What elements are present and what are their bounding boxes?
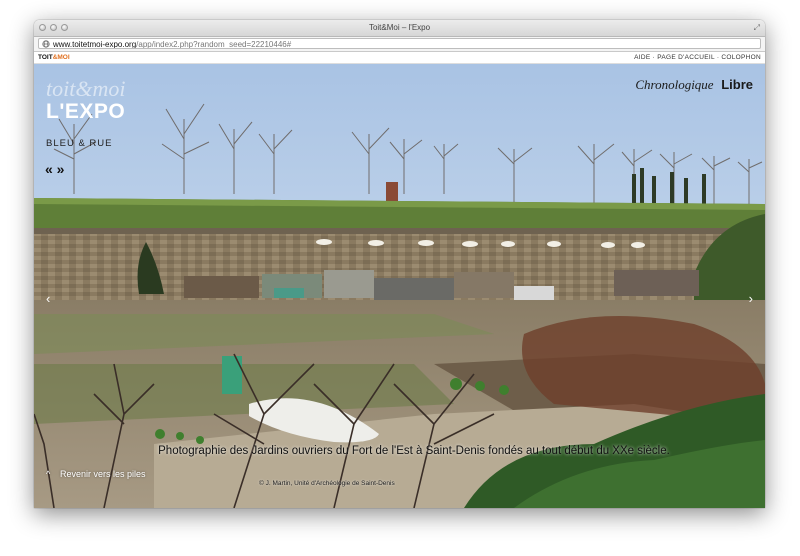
zoom-window-button[interactable] [61, 24, 68, 31]
globe-icon [42, 40, 50, 48]
site-header: TOIT&MOI AIDE · PAGE D'ACCUEIL · COLOPHO… [34, 52, 765, 64]
photo-credit: © J. Martin, Unité d'Archéologie de Sain… [259, 480, 395, 487]
expo-title: L'EXPO [46, 100, 126, 123]
address-bar: www.toitetmoi-expo.org/app/index2.php?ra… [34, 37, 765, 52]
theme-subtitle[interactable]: BLEU & RUE [46, 138, 113, 149]
photo-caption: Photographie des Jardins ouvriers du For… [158, 445, 670, 457]
fullscreen-icon[interactable]: ⤢ [754, 23, 760, 33]
photo-stage: toit&moi L'EXPO BLEU & RUE « » Chronolog… [34, 64, 765, 508]
browser-window: Toit&Moi – l'Expo ⤢ www.toitetmoi-expo.o… [34, 20, 765, 508]
theme-arrows-icon[interactable]: « » [45, 162, 64, 176]
logo-part-moi: &MOI [52, 54, 70, 61]
site-logo[interactable]: TOIT&MOI [38, 53, 70, 62]
window-title: Toit&Moi – l'Expo [368, 23, 431, 32]
nav-aide[interactable]: AIDE [634, 54, 650, 61]
brand-watermark: toit&moi [46, 76, 126, 101]
nav-separator: · [652, 54, 656, 61]
view-mode-switch: Chronologique Libre [635, 77, 753, 93]
logo-part-toit: TOIT [38, 54, 53, 61]
next-photo-button[interactable]: › [749, 292, 753, 305]
back-label: Revenir vers les piles [60, 469, 146, 479]
url-field[interactable]: www.toitetmoi-expo.org/app/index2.php?ra… [38, 38, 761, 49]
back-to-piles-link[interactable]: ^ Revenir vers les piles [46, 468, 156, 480]
nav-colophon[interactable]: COLOPHON [721, 54, 761, 61]
chevron-up-icon: ^ [46, 469, 51, 479]
url-path: /app/index2.php?random_seed=22210446# [136, 40, 292, 49]
garden-photo [34, 64, 765, 508]
close-window-button[interactable] [39, 24, 46, 31]
mode-chronologique-link[interactable]: Chronologique [635, 77, 713, 92]
minimize-window-button[interactable] [50, 24, 57, 31]
url-host: www.toitetmoi-expo.org [53, 40, 137, 49]
window-controls [39, 24, 68, 31]
title-bar: Toit&Moi – l'Expo ⤢ [34, 20, 765, 37]
previous-photo-button[interactable]: ‹ [46, 292, 50, 305]
mode-libre-link[interactable]: Libre [721, 77, 753, 92]
nav-page-accueil[interactable]: PAGE D'ACCUEIL [657, 54, 714, 61]
nav-separator: · [716, 54, 720, 61]
top-nav: AIDE · PAGE D'ACCUEIL · COLOPHON [634, 52, 761, 63]
